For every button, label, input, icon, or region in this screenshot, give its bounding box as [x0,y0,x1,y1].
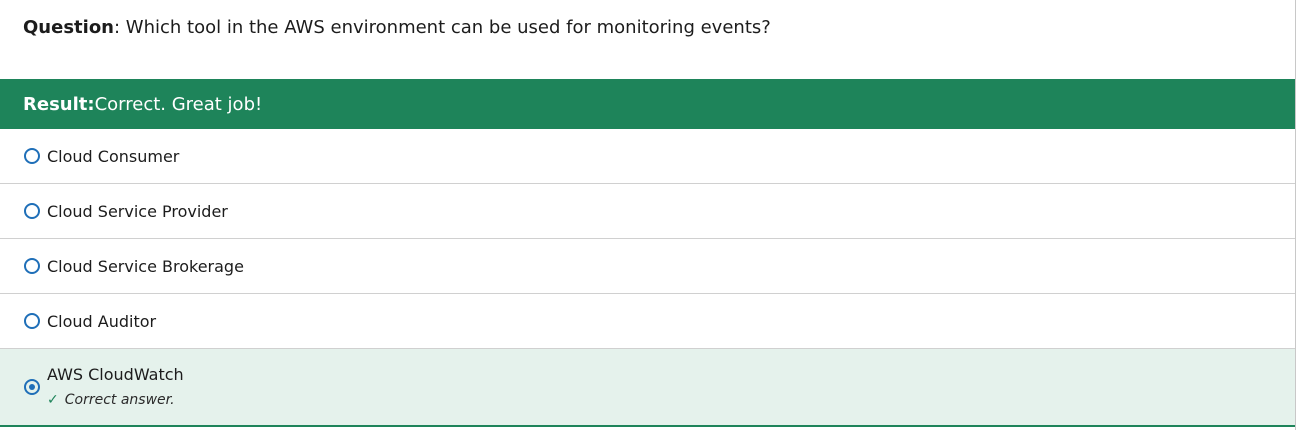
question-label: Question [23,17,114,38]
radio-button-icon[interactable] [24,148,40,164]
result-text: Correct. Great job! [94,93,263,115]
quiz-review-panel: Question: Which tool in the AWS environm… [0,0,1296,430]
result-banner: Result: Correct. Great job! [0,79,1295,129]
radio-button-icon[interactable] [24,313,40,329]
feedback-text: Correct answer. [64,391,175,408]
question-header: Question: Which tool in the AWS environm… [0,0,1295,79]
selected-option-content: AWS CloudWatch ✓ Correct answer. [47,364,184,411]
option-label: Cloud Auditor [47,311,157,331]
answer-option-cloud-service-provider[interactable]: Cloud Service Provider [0,184,1295,239]
answer-option-aws-cloudwatch[interactable]: AWS CloudWatch ✓ Correct answer. [0,349,1295,427]
radio-button-icon[interactable] [24,258,40,274]
answer-option-cloud-service-brokerage[interactable]: Cloud Service Brokerage [0,239,1295,294]
answer-option-cloud-consumer[interactable]: Cloud Consumer [0,129,1295,184]
checkmark-icon: ✓ [47,391,59,408]
option-label: AWS CloudWatch [47,364,184,384]
answer-option-cloud-auditor[interactable]: Cloud Auditor [0,294,1295,349]
option-label: Cloud Service Provider [47,201,228,221]
option-label: Cloud Service Brokerage [47,256,244,276]
radio-button-selected-icon[interactable] [24,379,40,395]
radio-button-icon[interactable] [24,203,40,219]
answer-feedback: ✓ Correct answer. [47,389,184,411]
result-label: Result: [23,93,95,115]
option-label: Cloud Consumer [47,146,180,166]
question-text: Which tool in the AWS environment can be… [120,17,771,38]
